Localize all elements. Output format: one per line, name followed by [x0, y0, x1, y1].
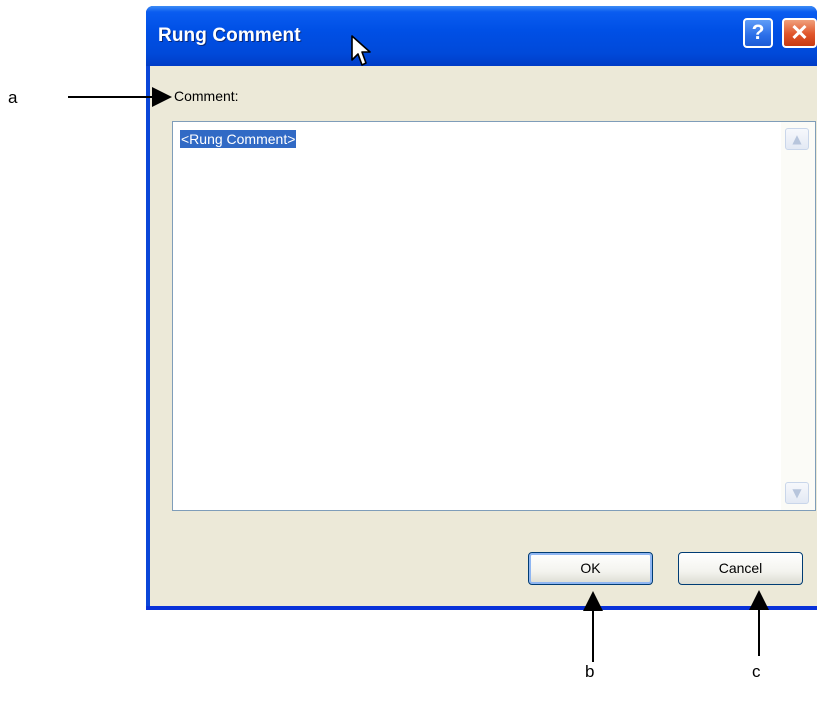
annotation-arrows [68, 87, 769, 662]
annotation-label-a: a [8, 88, 18, 107]
annotation-label-c: c [752, 662, 761, 681]
annotation-label-b: b [585, 662, 595, 681]
